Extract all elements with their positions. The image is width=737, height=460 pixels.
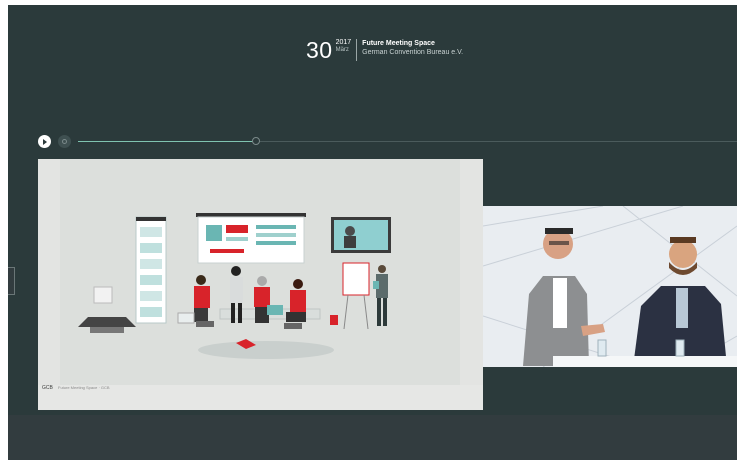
event-subtitle: German Convention Bureau e.V. [362,49,464,56]
volume-icon[interactable] [58,135,71,148]
bottom-bar [8,415,737,460]
presentation-slide: GCB Future Meeting Space · GCB [38,159,483,410]
event-date-title: 30 2017 März Future Meeting Space German… [306,37,463,63]
event-year: 2017 [335,39,352,46]
event-info: Future Meeting Space German Convention B… [362,39,463,57]
event-title: Future Meeting Space [362,40,435,47]
year-month: 2017 März [336,39,352,54]
gcb-logo: GCB [42,385,53,391]
progress-fill [78,141,256,142]
slide-footer-text: Future Meeting Space · GCB [58,385,110,390]
video-player-frame: 30 2017 März Future Meeting Space German… [8,5,737,460]
side-panel-tab[interactable] [8,267,15,295]
event-day: 30 [306,37,333,63]
scrub-handle[interactable] [251,137,260,145]
event-header: 30 2017 März Future Meeting Space German… [8,5,737,115]
header-divider [356,39,358,61]
speakers-interview-image [483,206,737,367]
event-month: März [335,47,349,53]
play-icon[interactable] [38,135,51,148]
player-controls [38,135,737,149]
meeting-room-illustration [78,213,391,359]
slide-illustration-area [60,159,460,385]
progress-track[interactable] [78,137,737,145]
speaker-video[interactable] [483,206,737,367]
